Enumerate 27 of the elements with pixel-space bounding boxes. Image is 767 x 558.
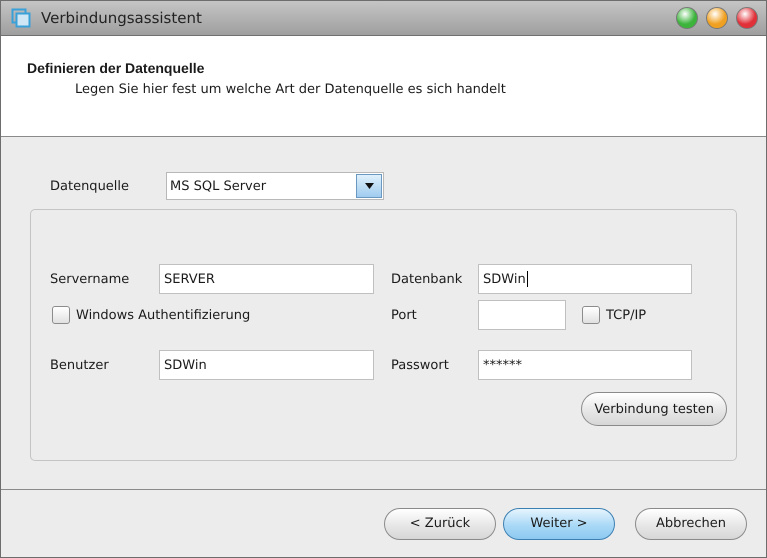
servername-label: Servername [50, 272, 130, 286]
password-field[interactable]: ****** [478, 350, 692, 380]
servername-field[interactable]: SERVER [159, 264, 374, 294]
window-control-button[interactable] [736, 7, 758, 29]
test-connection-button[interactable]: Verbindung testen [581, 392, 727, 426]
datasource-dropdown[interactable]: MS SQL Server [166, 172, 384, 200]
window-squares-icon [11, 8, 31, 28]
port-field[interactable] [478, 300, 566, 330]
user-field[interactable]: SDWin [159, 350, 374, 380]
windows-auth-checkbox[interactable] [52, 306, 70, 324]
wizard-button[interactable]: Abbrechen [635, 508, 747, 540]
database-field[interactable]: SDWin [478, 264, 692, 294]
wizard-button[interactable]: Weiter > [503, 508, 615, 540]
tcpip-label: TCP/IP [606, 308, 646, 322]
header-subtitle: Legen Sie hier fest um welche Art der Datenquelle es sich handelt [75, 82, 507, 97]
header-title: Definieren der Datenquelle [27, 60, 206, 76]
window-control-button[interactable] [676, 7, 698, 29]
window-title: Verbindungsassistent [41, 9, 203, 27]
database-label: Datenbank [390, 272, 464, 286]
wizard-button[interactable]: < Zurück [384, 508, 496, 540]
user-label: Benutzer [50, 358, 110, 372]
windows-auth-label: Windows Authentifizierung [76, 308, 250, 322]
port-label: Port [390, 308, 418, 322]
tcpip-checkbox[interactable] [582, 306, 600, 324]
datasource-label: Datenquelle [50, 178, 130, 194]
window-control-button[interactable] [706, 7, 728, 29]
password-label: Passwort [390, 358, 450, 372]
